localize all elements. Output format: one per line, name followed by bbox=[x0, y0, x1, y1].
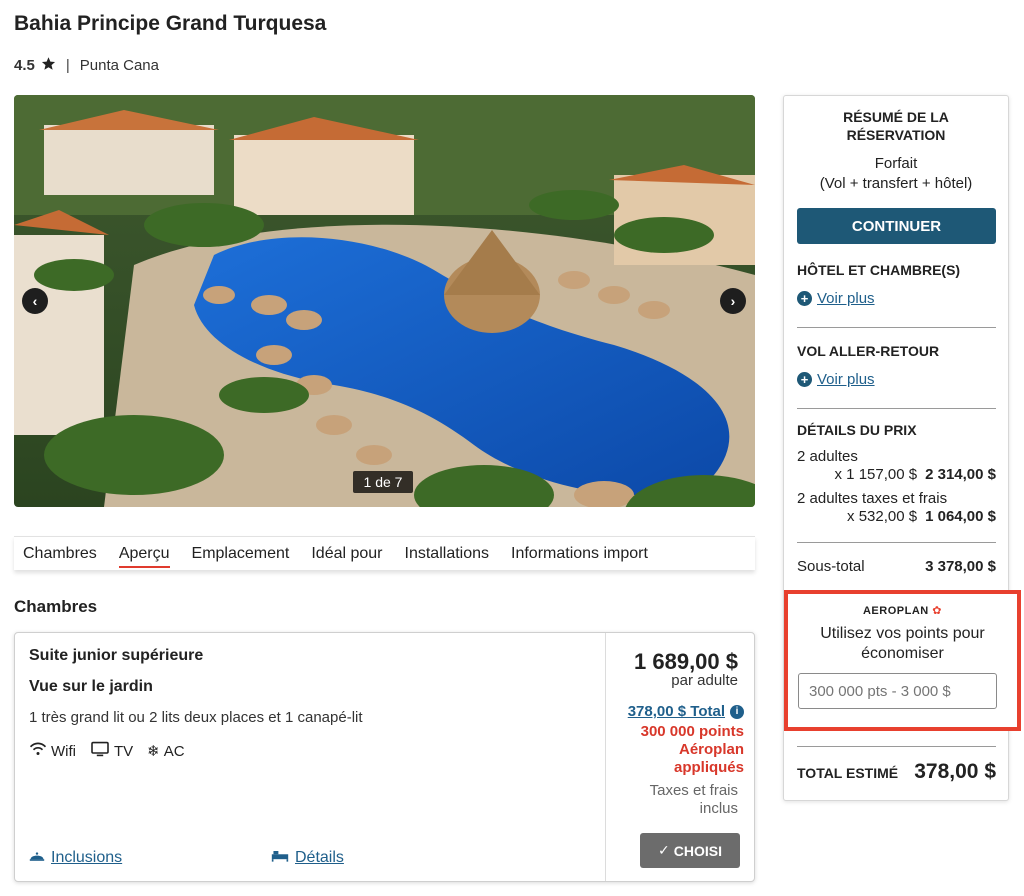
price-line-values: x 532,00 $ 1 064,00 $ bbox=[797, 508, 996, 525]
price-line-amount: 2 314,00 $ bbox=[925, 466, 996, 483]
divider bbox=[797, 408, 996, 409]
amenity-tv: TV bbox=[90, 741, 133, 761]
see-more-label: Voir plus bbox=[817, 290, 875, 307]
subtotal-label: Sous-total bbox=[797, 558, 865, 575]
hotel-photo[interactable] bbox=[14, 95, 755, 507]
room-name: Suite junior supérieure bbox=[29, 647, 204, 664]
room-amenities: Wifi TV ❄ AC bbox=[29, 741, 185, 761]
price-details-heading: DÉTAILS DU PRIX bbox=[797, 422, 917, 438]
rooms-section-title: Chambres bbox=[14, 597, 98, 616]
aeroplan-logo-text: AEROPLAN bbox=[862, 605, 929, 617]
package-type: Forfait (Vol + transfert + hôtel) bbox=[784, 154, 1008, 194]
total-link[interactable]: 378,00 $ Total i bbox=[628, 703, 744, 720]
chosen-button[interactable]: ✓ CHOISI bbox=[640, 833, 740, 868]
aeroplan-box: AEROPLAN ✿ Utilisez vos points pour écon… bbox=[784, 590, 1021, 731]
aeroplan-points-input[interactable] bbox=[798, 673, 997, 709]
amenity-wifi: Wifi bbox=[29, 742, 76, 760]
price-line-values: x 1 157,00 $ 2 314,00 $ bbox=[797, 466, 996, 483]
price-line-adults: 2 adultes x 1 157,00 $ 2 314,00 $ bbox=[797, 448, 996, 483]
amenity-ac: ❄ AC bbox=[147, 742, 185, 761]
price-line-taxes: 2 adultes taxes et frais x 532,00 $ 1 06… bbox=[797, 490, 996, 525]
star-icon bbox=[41, 56, 56, 75]
details-label: Détails bbox=[295, 849, 344, 866]
tab-chambres[interactable]: Chambres bbox=[23, 537, 97, 570]
aeroplan-logo: AEROPLAN ✿ bbox=[788, 604, 1017, 617]
taxes-note: Taxes et frais inclus bbox=[649, 782, 738, 817]
checkmark-icon: ✓ bbox=[658, 842, 670, 858]
hotel-room-heading: HÔTEL ET CHAMBRE(S) bbox=[797, 262, 961, 278]
aeroplan-text: Utilisez vos points pour économiser bbox=[820, 625, 985, 662]
location: Punta Cana bbox=[79, 57, 159, 74]
price-line-unit: x 532,00 $ bbox=[847, 508, 918, 525]
flight-see-more-link[interactable]: + Voir plus bbox=[797, 371, 875, 388]
details-link[interactable]: Détails bbox=[271, 849, 344, 867]
rating-row: 4.5 | Punta Cana bbox=[14, 56, 159, 75]
rating-value: 4.5 bbox=[14, 57, 35, 74]
flight-heading: VOL ALLER-RETOUR bbox=[797, 343, 940, 359]
room-beds: 1 très grand lit ou 2 lits deux places e… bbox=[29, 709, 363, 726]
amenity-label: TV bbox=[114, 742, 134, 760]
package-line2: (Vol + transfert + hôtel) bbox=[819, 175, 973, 192]
points-applied: 300 000 points Aéroplan appliqués bbox=[640, 723, 744, 776]
amenity-label: AC bbox=[163, 742, 185, 760]
chosen-label: CHOISI bbox=[673, 842, 722, 859]
snowflake-icon: ❄ bbox=[147, 743, 160, 760]
wifi-icon bbox=[29, 742, 47, 760]
total-amount: 378,00 $ bbox=[914, 760, 996, 783]
price-line-label: 2 adultes bbox=[797, 448, 858, 465]
price-unit: par adulte bbox=[671, 672, 738, 689]
divider bbox=[797, 746, 996, 747]
chevron-left-icon: ‹ bbox=[32, 293, 38, 309]
maple-leaf-icon: ✿ bbox=[932, 605, 942, 617]
tv-icon bbox=[90, 741, 110, 761]
room-info: Suite junior supérieure Vue sur le jardi… bbox=[15, 633, 605, 881]
divider bbox=[797, 542, 996, 543]
tab-ideal-pour[interactable]: Idéal pour bbox=[311, 537, 382, 570]
chevron-right-icon: › bbox=[730, 293, 736, 309]
info-icon[interactable]: i bbox=[730, 704, 744, 719]
tab-apercu[interactable]: Aperçu bbox=[118, 537, 170, 568]
bed-icon bbox=[271, 849, 289, 867]
gallery-counter: 1 de 7 bbox=[353, 471, 413, 493]
bell-icon bbox=[29, 849, 45, 867]
plus-circle-icon: + bbox=[797, 291, 812, 306]
tab-informations[interactable]: Informations import bbox=[511, 537, 648, 570]
see-more-label: Voir plus bbox=[817, 371, 875, 388]
divider bbox=[797, 327, 996, 328]
total-link-label: 378,00 $ Total bbox=[627, 703, 725, 720]
package-line1: Forfait bbox=[874, 155, 918, 172]
tab-emplacement[interactable]: Emplacement bbox=[192, 537, 290, 570]
price-line-label: 2 adultes taxes et frais bbox=[797, 490, 948, 507]
room-pricing: 1 689,00 $ par adulte 378,00 $ Total i 3… bbox=[605, 633, 754, 881]
gallery-next-button[interactable]: › bbox=[720, 288, 746, 314]
estimated-total-row: TOTAL ESTIMÉ 378,00 $ bbox=[797, 760, 996, 784]
plus-circle-icon: + bbox=[797, 372, 812, 387]
inclusions-label: Inclusions bbox=[51, 849, 123, 866]
room-card: Suite junior supérieure Vue sur le jardi… bbox=[14, 632, 755, 882]
room-view: Vue sur le jardin bbox=[29, 678, 153, 695]
price-line-amount: 1 064,00 $ bbox=[925, 508, 996, 525]
summary-title: RÉSUMÉ DE LA RÉSERVATION bbox=[843, 109, 949, 143]
continue-button[interactable]: CONTINUER bbox=[797, 208, 996, 244]
section-tabs: Chambres Aperçu Emplacement Idéal pour I… bbox=[14, 536, 755, 570]
subtotal-amount: 3 378,00 $ bbox=[925, 558, 996, 575]
amenity-label: Wifi bbox=[51, 742, 76, 760]
total-label: TOTAL ESTIMÉ bbox=[797, 765, 899, 781]
price-line-unit: x 1 157,00 $ bbox=[834, 466, 918, 483]
hotel-see-more-link[interactable]: + Voir plus bbox=[797, 290, 875, 307]
gallery-prev-button[interactable]: ‹ bbox=[22, 288, 48, 314]
subtotal-row: Sous-total 3 378,00 $ bbox=[797, 558, 996, 575]
separator: | bbox=[65, 57, 70, 74]
inclusions-link[interactable]: Inclusions bbox=[29, 849, 122, 867]
hotel-title: Bahia Principe Grand Turquesa bbox=[14, 12, 327, 35]
tab-installations[interactable]: Installations bbox=[405, 537, 490, 570]
